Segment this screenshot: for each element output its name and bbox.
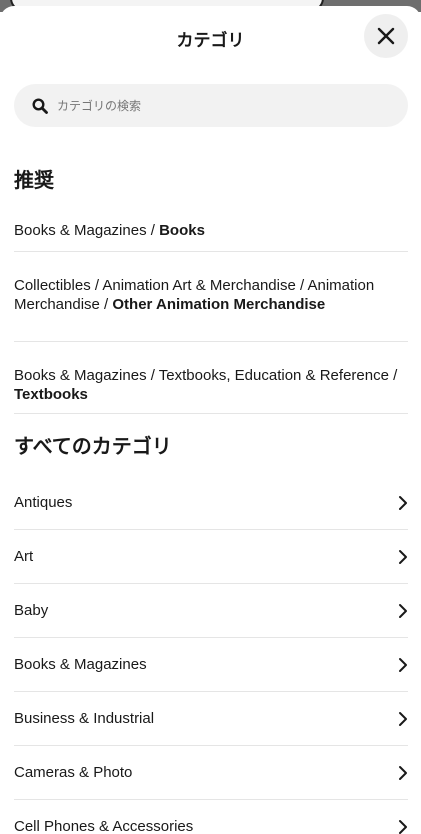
category-item-cell-phones-accessories[interactable]: Cell Phones & Accessories xyxy=(14,800,408,834)
recommended-item[interactable]: Books & Magazines / Textbooks, Education… xyxy=(14,342,408,414)
all-categories-list: Antiques Art Baby Books & Magazines Busi… xyxy=(14,476,408,834)
chevron-right-icon xyxy=(399,819,407,834)
category-item-books-magazines[interactable]: Books & Magazines xyxy=(14,638,408,692)
category-item-business-industrial[interactable]: Business & Industrial xyxy=(14,692,408,746)
chevron-right-icon xyxy=(399,549,407,564)
chevron-right-icon xyxy=(399,603,407,618)
close-button[interactable] xyxy=(364,14,408,58)
recommended-section-title: 推奨 xyxy=(14,170,54,192)
category-item-cameras-photo[interactable]: Cameras & Photo xyxy=(14,746,408,800)
sheet-title: カテゴリ xyxy=(176,31,245,50)
category-sheet: カテゴリ 推奨 Books & Magazines / Books Collec… xyxy=(0,6,421,834)
category-item-label: Antiques xyxy=(14,494,73,511)
category-item-label: Baby xyxy=(14,602,49,619)
category-item-label: Cell Phones & Accessories xyxy=(14,818,194,834)
chevron-right-icon xyxy=(399,495,407,510)
recommended-item-path: Books & Magazines / xyxy=(14,222,160,239)
search-input[interactable] xyxy=(55,97,379,114)
chevron-right-icon xyxy=(399,711,407,726)
recommended-item-leaf: Textbooks xyxy=(14,386,88,403)
recommended-item[interactable]: Books & Magazines / Books xyxy=(14,206,408,252)
search-icon xyxy=(32,97,48,114)
recommended-list: Books & Magazines / Books Collectibles /… xyxy=(14,206,408,414)
recommended-item[interactable]: Collectibles / Animation Art & Merchandi… xyxy=(14,252,408,342)
close-icon xyxy=(377,27,395,45)
category-item-art[interactable]: Art xyxy=(14,530,408,584)
category-item-baby[interactable]: Baby xyxy=(14,584,408,638)
recommended-item-path: Books & Magazines / Textbooks, Education… xyxy=(14,367,398,384)
category-item-label: Books & Magazines xyxy=(14,656,147,673)
category-item-label: Art xyxy=(14,548,34,565)
sheet-header: カテゴリ xyxy=(0,6,421,66)
category-item-antiques[interactable]: Antiques xyxy=(14,476,408,530)
recommended-item-leaf: Books xyxy=(159,222,205,239)
chevron-right-icon xyxy=(399,657,407,672)
all-categories-section-title: すべてのカテゴリ xyxy=(14,436,172,458)
recommended-item-leaf: Other Animation Merchandise xyxy=(112,296,326,313)
category-item-label: Cameras & Photo xyxy=(14,764,133,781)
chevron-right-icon xyxy=(399,765,407,780)
category-item-label: Business & Industrial xyxy=(14,710,155,727)
category-search-bar[interactable] xyxy=(14,84,408,127)
